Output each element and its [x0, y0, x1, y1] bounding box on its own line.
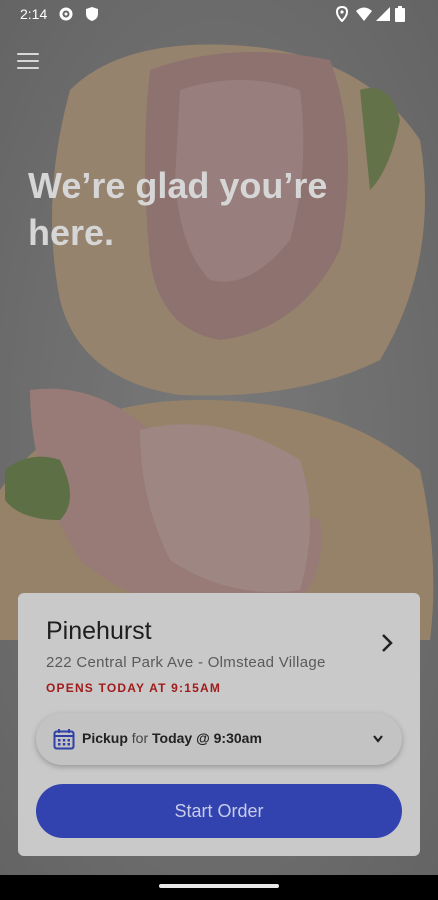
status-time: 2:14: [20, 6, 48, 22]
pickup-time: Today @ 9:30am: [152, 730, 262, 746]
wifi-icon: [356, 7, 372, 21]
menu-button[interactable]: [17, 53, 39, 71]
pickup-time-selector[interactable]: Pickup for Today @ 9:30am: [36, 713, 402, 765]
pickup-connector: for: [131, 730, 149, 746]
pickup-mode: Pickup: [82, 730, 128, 746]
headline-line-2: here.: [28, 212, 115, 253]
settings-icon: [59, 7, 73, 21]
chevron-down-icon: [373, 735, 383, 743]
store-name[interactable]: Pinehurst: [46, 617, 152, 646]
battery-icon: [395, 6, 405, 22]
menu-icon: [17, 53, 39, 55]
start-order-button[interactable]: Start Order: [36, 784, 402, 838]
location-icon: [335, 6, 349, 22]
headline-line-1: We’re glad you’re: [28, 165, 328, 206]
pickup-summary: Pickup for Today @ 9:30am: [82, 730, 262, 746]
signal-icon: [376, 7, 390, 21]
chevron-right-icon[interactable]: [380, 633, 394, 653]
system-nav-bar: [0, 875, 438, 900]
store-hours: OPENS TODAY AT 9:15AM: [46, 681, 222, 695]
store-address: 222 Central Park Ave - Olmstead Village: [46, 654, 326, 671]
status-bar: 2:14: [0, 0, 438, 30]
home-gesture-handle[interactable]: [159, 884, 279, 888]
store-card: Pinehurst 222 Central Park Ave - Olmstea…: [18, 593, 420, 856]
calendar-icon: [53, 729, 75, 750]
shield-icon: [86, 7, 98, 21]
welcome-headline: We’re glad you’re here.: [28, 162, 388, 256]
